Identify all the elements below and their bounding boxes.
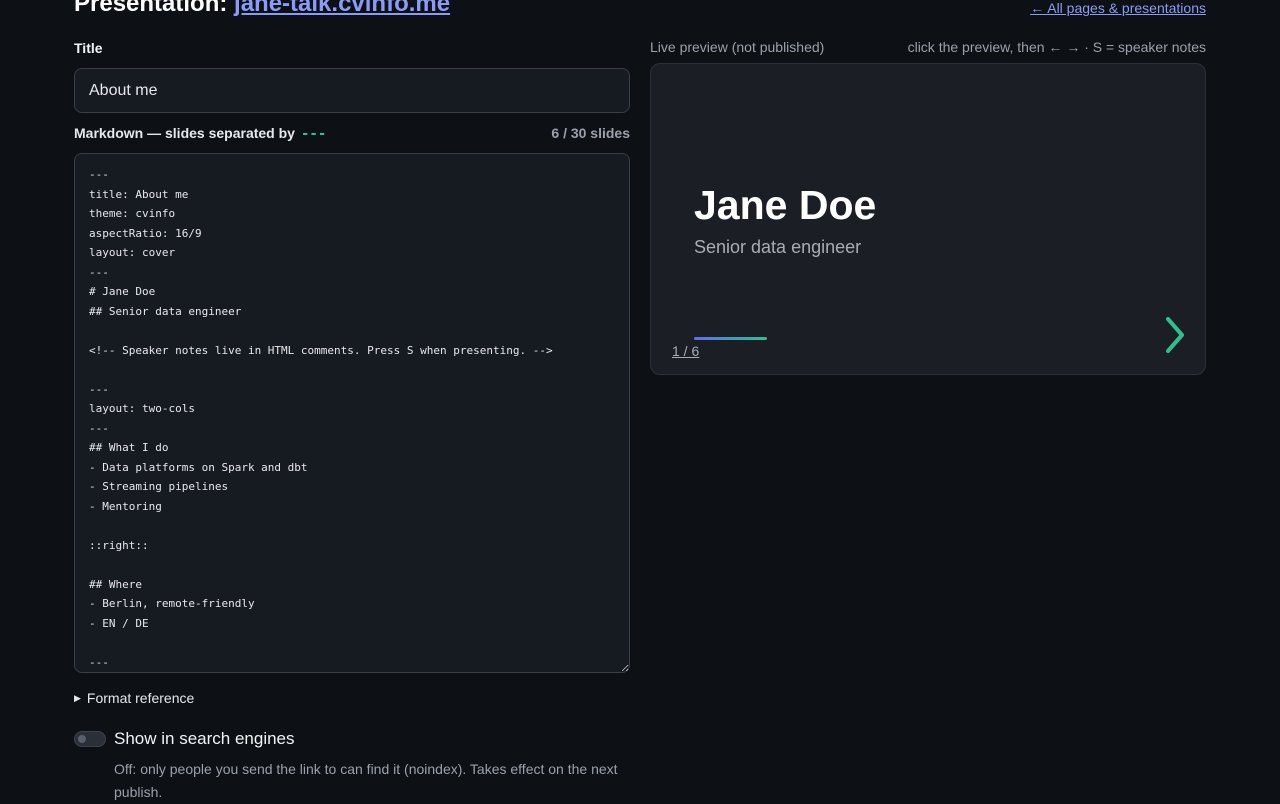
markdown-editor[interactable]: --- title: About me theme: cvinfo aspect… xyxy=(74,153,630,673)
slide-progress-bar xyxy=(694,337,767,340)
search-engines-toggle[interactable] xyxy=(74,731,106,747)
preview-header: Live preview (not published) click the p… xyxy=(650,38,1206,56)
search-engines-row: Show in search engines xyxy=(74,729,630,749)
slide-preview[interactable]: Jane Doe Senior data engineer 1 / 6 xyxy=(650,63,1206,375)
title-label: Title xyxy=(74,40,103,56)
slide-count: 6 / 30 slides xyxy=(551,125,630,141)
markdown-label: Markdown — slides separated by xyxy=(74,125,295,141)
page-title: Presentation: jane-talk.cvinfo.me xyxy=(74,0,450,18)
back-to-pages-link[interactable]: ← All pages & presentations xyxy=(1030,0,1206,16)
page-title-prefix: Presentation: xyxy=(74,0,235,17)
disclosure-triangle-icon: ▶ xyxy=(74,692,81,703)
site-link[interactable]: jane-talk.cvinfo.me xyxy=(234,0,450,17)
title-input[interactable] xyxy=(74,68,630,113)
editor-column: Title Markdown — slides separated by --- … xyxy=(74,38,630,804)
slide-page-indicator[interactable]: 1 / 6 xyxy=(672,343,699,359)
slide-subtitle: Senior data engineer xyxy=(694,237,862,257)
separator-code: --- xyxy=(300,126,327,142)
chevron-right-icon[interactable] xyxy=(1162,315,1188,355)
slide-title: Jane Doe xyxy=(694,182,877,228)
toggle-knob xyxy=(78,735,86,743)
search-engines-hint: Off: only people you send the link to ca… xyxy=(114,761,618,800)
preview-label: Live preview (not published) xyxy=(650,39,825,55)
markdown-label-group: Markdown — slides separated by --- xyxy=(74,123,326,143)
format-reference-label: Format reference xyxy=(86,690,195,706)
format-reference-toggle[interactable]: ▶ Format reference xyxy=(74,689,630,707)
search-engines-label: Show in search engines xyxy=(114,729,295,748)
preview-hint: click the preview, then ← → · S = speake… xyxy=(907,39,1206,55)
preview-column: Live preview (not published) click the p… xyxy=(650,38,1206,375)
markdown-header: Markdown — slides separated by --- 6 / 30… xyxy=(74,123,630,143)
